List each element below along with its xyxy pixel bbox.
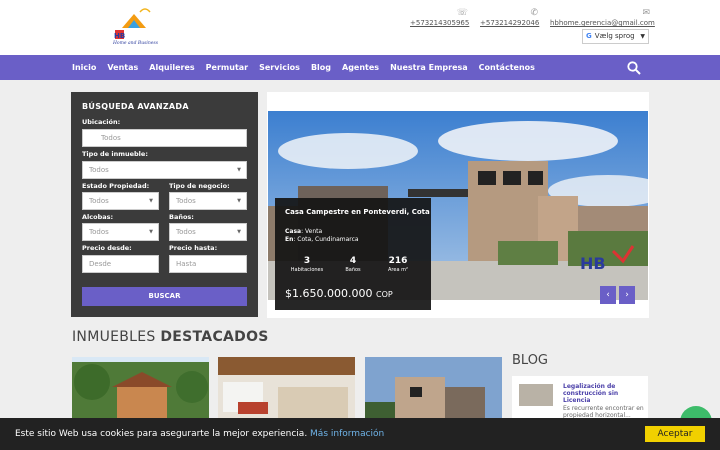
nav-item-servicios[interactable]: Servicios <box>259 63 300 72</box>
whatsapp-icon: ✆ <box>530 8 538 18</box>
banos-value: Todos <box>176 228 196 236</box>
habitaciones-count: 3 <box>303 256 311 266</box>
caret-down-icon: ▼ <box>237 229 241 235</box>
property-type: Casa: Venta <box>285 228 322 235</box>
blog-post-title[interactable]: Legalización de construcción sin Licenci… <box>563 383 645 404</box>
phone-2-link[interactable]: +573214292046 <box>480 19 539 27</box>
header: HB Home and Business ☏ +573214305965 ✆ +… <box>0 0 720 55</box>
negocio-value: Todos <box>176 197 196 205</box>
property-thumb-3[interactable] <box>365 357 502 427</box>
cookie-more-link[interactable]: Más información <box>310 429 384 439</box>
stat-area: 216 Area m² <box>378 256 418 273</box>
cookie-message-text: Este sitio Web usa cookies para asegurar… <box>15 429 311 439</box>
ubicacion-label: Ubicación: <box>82 118 121 126</box>
svg-text:HB: HB <box>114 32 125 40</box>
google-icon: G <box>586 32 592 40</box>
alcobas-select[interactable]: Todos ▼ <box>82 223 159 241</box>
property-thumb-1[interactable] <box>72 357 209 427</box>
alcobas-value: Todos <box>89 228 109 236</box>
search-icon[interactable] <box>627 61 641 75</box>
mail-icon: ✉ <box>642 8 650 18</box>
whatsapp-contact[interactable]: ✆ +573214292046 <box>480 8 539 27</box>
nav-item-permutar[interactable]: Permutar <box>206 63 248 72</box>
tipo-inmueble-value: Todos <box>89 166 109 174</box>
main-nav: Inicio Ventas Alquileres Permutar Servic… <box>0 55 720 80</box>
search-button[interactable]: BUSCAR <box>82 287 247 306</box>
nav-item-nuestra-empresa[interactable]: Nuestra Empresa <box>390 63 468 72</box>
price-value: $1.650.000.000 <box>285 287 373 300</box>
banos-select[interactable]: Todos ▼ <box>169 223 247 241</box>
slider-prev-button[interactable]: ‹ <box>600 286 616 304</box>
property-location-value: : Cota, Cundinamarca <box>293 236 359 243</box>
banos-count: 4 <box>349 256 357 266</box>
precio-hasta-placeholder: Hasta <box>176 260 197 268</box>
estado-select[interactable]: Todos ▼ <box>82 192 159 210</box>
phone-contact-1[interactable]: ☏ +573214305965 <box>410 8 469 27</box>
nav-item-contactenos[interactable]: Contáctenos <box>479 63 535 72</box>
destacados-title-light: INMUEBLES <box>72 329 161 345</box>
property-price: $1.650.000.000 COP <box>285 287 393 300</box>
panel-title: BÚSQUEDA AVANZADA <box>82 102 189 111</box>
habitaciones-label: Habitaciones <box>290 267 324 273</box>
property-thumb-2[interactable] <box>218 357 355 427</box>
precio-desde-input[interactable]: Desde <box>82 255 159 273</box>
phone-icon: ☏ <box>456 8 468 18</box>
tipo-inmueble-select[interactable]: Todos ▼ <box>82 161 247 179</box>
chevron-down-icon: ▼ <box>640 33 645 40</box>
email-contact[interactable]: ✉ hbhome.gerencia@gmail.com <box>550 8 655 27</box>
language-select-label: Vælg sprog <box>594 32 635 40</box>
caret-down-icon: ▼ <box>237 198 241 204</box>
phone-1-link[interactable]: +573214305965 <box>410 19 469 27</box>
logo[interactable]: HB Home and Business <box>110 6 160 50</box>
cookie-message: Este sitio Web usa cookies para asegurar… <box>15 429 384 439</box>
stat-banos: 4 Baños <box>333 256 373 273</box>
blog-post-excerpt: Es recurrente encontrar en propiedad hor… <box>563 405 644 419</box>
email-link[interactable]: hbhome.gerencia@gmail.com <box>550 19 655 27</box>
property-title[interactable]: Casa Campestre en Ponteverdi, Cota <box>285 208 430 216</box>
alcobas-label: Alcobas: <box>82 213 114 221</box>
slider-next-button[interactable]: › <box>619 286 635 304</box>
destacados-title: INMUEBLES DESTACADOS <box>72 329 269 345</box>
stat-habitaciones: 3 Habitaciones <box>287 256 327 273</box>
caret-down-icon: ▼ <box>237 167 241 173</box>
nav-item-blog[interactable]: Blog <box>311 63 331 72</box>
blog-title: BLOG <box>512 353 549 368</box>
advanced-search-panel: BÚSQUEDA AVANZADA Ubicación: Todos Tipo … <box>71 92 258 317</box>
cookie-bar: Este sitio Web usa cookies para asegurar… <box>0 418 720 450</box>
banos-label: Baños: <box>169 213 194 221</box>
caret-down-icon: ▼ <box>149 229 153 235</box>
svg-text:Home and Business: Home and Business <box>112 40 159 46</box>
negocio-label: Tipo de negocio: <box>169 182 230 190</box>
cookie-accept-button[interactable]: Aceptar <box>645 426 705 442</box>
property-location: En: Cota, Cundinamarca <box>285 236 359 243</box>
caret-down-icon: ▼ <box>149 198 153 204</box>
nav-item-agentes[interactable]: Agentes <box>342 63 379 72</box>
property-type-label: Casa <box>285 228 302 235</box>
area-value: 216 <box>388 256 408 266</box>
blog-post-image[interactable] <box>519 384 553 406</box>
banos-stat-label: Baños <box>345 267 361 273</box>
precio-desde-label: Precio desde: <box>82 244 132 252</box>
price-currency: COP <box>375 290 393 299</box>
area-label: Area m² <box>388 267 408 273</box>
precio-desde-placeholder: Desde <box>89 260 112 268</box>
destacados-title-bold: DESTACADOS <box>160 329 269 345</box>
negocio-select[interactable]: Todos ▼ <box>169 192 247 210</box>
ubicacion-placeholder: Todos <box>101 134 121 142</box>
svg-text:HB: HB <box>580 254 606 273</box>
nav-item-ventas[interactable]: Ventas <box>107 63 138 72</box>
property-card[interactable]: Casa Campestre en Ponteverdi, Cota Casa:… <box>275 198 431 310</box>
estado-value: Todos <box>89 197 109 205</box>
estado-label: Estado Propiedad: <box>82 182 150 190</box>
tipo-inmueble-label: Tipo de inmueble: <box>82 150 148 158</box>
ubicacion-input[interactable]: Todos <box>82 129 247 147</box>
precio-hasta-label: Precio hasta: <box>169 244 218 252</box>
nav-item-alquileres[interactable]: Alquileres <box>149 63 194 72</box>
property-type-value: : Venta <box>301 228 323 235</box>
language-select[interactable]: G Vælg sprog ▼ <box>582 29 649 44</box>
precio-hasta-input[interactable]: Hasta <box>169 255 247 273</box>
nav-item-inicio[interactable]: Inicio <box>72 63 96 72</box>
